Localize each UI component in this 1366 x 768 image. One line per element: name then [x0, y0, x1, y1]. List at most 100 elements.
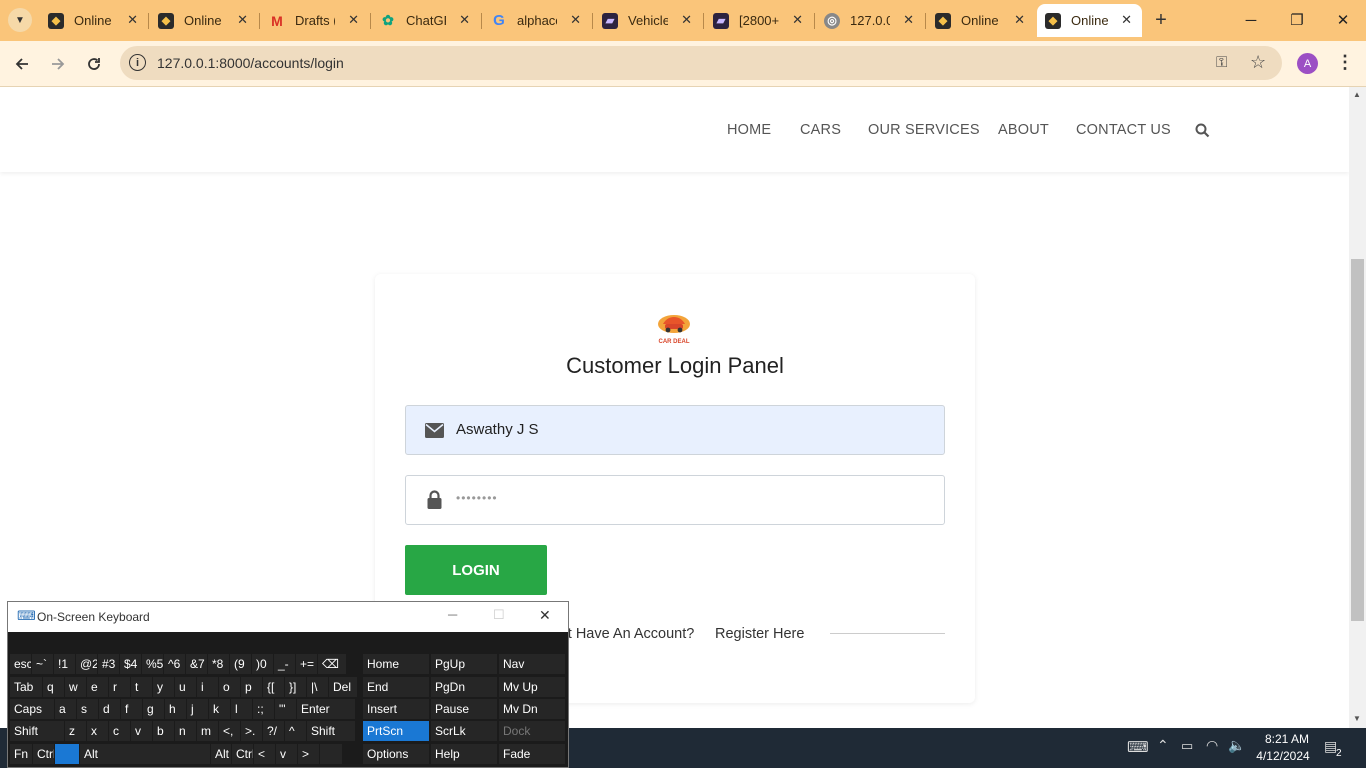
nav-contact-us[interactable]: CONTACT US [1076, 122, 1171, 138]
password-field[interactable]: •••••••• [405, 475, 945, 525]
keyboard-tray-icon[interactable]: ⌨ [1127, 738, 1149, 756]
osk-key[interactable]: Caps [10, 699, 54, 719]
osk-nav-key[interactable]: Dock [499, 721, 565, 741]
password-key-icon[interactable]: ⚿ [1216, 54, 1227, 71]
osk-key[interactable]: w [65, 677, 86, 697]
osk-key[interactable]: ⌫ [318, 654, 346, 674]
bookmark-star-icon[interactable]: ☆ [1250, 52, 1266, 73]
osk-key[interactable]: !1 [54, 654, 75, 674]
profile-avatar[interactable]: A [1297, 53, 1318, 74]
osk-key[interactable]: o [219, 677, 240, 697]
login-button[interactable]: LOGIN [405, 545, 547, 595]
speaker-icon[interactable]: 🔈 [1228, 737, 1245, 754]
osk-key[interactable]: Tab [10, 677, 42, 697]
osk-nav-key[interactable]: Home [363, 654, 429, 674]
new-tab-button[interactable]: + [1149, 8, 1173, 32]
window-close-button[interactable]: ✕ [1320, 0, 1366, 40]
close-icon[interactable]: ✕ [570, 12, 581, 28]
osk-key[interactable]: (9 [230, 654, 251, 674]
osk-key[interactable]: Del [329, 677, 357, 697]
osk-nav-key[interactable]: Nav [499, 654, 565, 674]
osk-nav-key[interactable]: Fade [499, 744, 565, 764]
osk-key[interactable]: p [241, 677, 262, 697]
osk-key[interactable]: {[ [263, 677, 284, 697]
osk-key[interactable]: ^6 [164, 654, 185, 674]
search-icon[interactable] [1195, 123, 1210, 138]
browser-tab[interactable]: ▰ Vehicle ✕ [594, 4, 702, 37]
address-bar[interactable]: i 127.0.0.1:8000/accounts/login ⚿ ☆ [120, 46, 1282, 80]
osk-nav-key[interactable]: Mv Dn [499, 699, 565, 719]
osk-key[interactable]: |\ [307, 677, 328, 697]
osk-key[interactable]: Ctrl [232, 744, 253, 764]
osk-key[interactable]: q [43, 677, 64, 697]
menu-kebab-icon[interactable]: ⋮ [1336, 52, 1354, 73]
osk-key[interactable]: @2 [76, 654, 97, 674]
osk-menu-key[interactable] [320, 744, 342, 764]
osk-key[interactable]: #3 [98, 654, 119, 674]
username-field[interactable]: Aswathy J S [405, 405, 945, 455]
osk-key[interactable]: "' [275, 699, 296, 719]
osk-key[interactable]: x [87, 721, 108, 741]
osk-key[interactable]: f [121, 699, 142, 719]
osk-key[interactable]: Alt [80, 744, 210, 764]
osk-key[interactable]: k [209, 699, 230, 719]
osk-key[interactable]: Shift [307, 721, 355, 741]
osk-nav-key[interactable]: Mv Up [499, 677, 565, 697]
osk-nav-key[interactable]: PrtScn [363, 721, 429, 741]
osk-key[interactable]: < [254, 744, 275, 764]
osk-key[interactable]: *8 [208, 654, 229, 674]
osk-nav-key[interactable]: Help [431, 744, 497, 764]
osk-nav-key[interactable]: ScrLk [431, 721, 497, 741]
browser-tab[interactable]: ▰ [2800+] ✕ [705, 4, 813, 37]
osk-key[interactable]: > [298, 744, 319, 764]
chevron-up-icon[interactable]: ⌃ [1157, 737, 1169, 754]
osk-key[interactable]: }] [285, 677, 306, 697]
tab-search-button[interactable]: ▼ [8, 8, 32, 32]
osk-key[interactable]: %5 [142, 654, 163, 674]
osk-close-button[interactable]: ✕ [539, 607, 551, 624]
osk-key[interactable]: )0 [252, 654, 273, 674]
browser-tab[interactable]: ◆ Online ✕ [927, 4, 1035, 37]
reload-button[interactable] [80, 50, 108, 78]
osk-key[interactable]: ^ [285, 721, 306, 741]
osk-key[interactable]: c [109, 721, 130, 741]
browser-tab[interactable]: M Drafts ( ✕ [261, 4, 369, 37]
osk-key[interactable]: Fn [10, 744, 32, 764]
browser-tab[interactable]: ◆ Online ✕ [150, 4, 258, 37]
page-scrollbar[interactable]: ▲ ▼ [1349, 87, 1366, 728]
wifi-icon[interactable]: ◠ [1206, 737, 1218, 754]
osk-key[interactable]: g [143, 699, 164, 719]
close-icon[interactable]: ✕ [348, 12, 359, 28]
osk-key[interactable]: e [87, 677, 108, 697]
osk-key[interactable]: r [109, 677, 130, 697]
osk-key[interactable]: t [131, 677, 152, 697]
osk-windows-key[interactable] [55, 744, 79, 764]
osk-key[interactable]: >. [241, 721, 262, 741]
site-info-icon[interactable]: i [129, 54, 146, 71]
browser-tab[interactable]: ◆ Online ✕ [40, 4, 148, 37]
close-icon[interactable]: ✕ [1121, 12, 1132, 28]
back-button[interactable] [8, 50, 36, 78]
osk-titlebar[interactable]: ⌨ On-Screen Keyboard ─ ☐ ✕ [8, 602, 568, 632]
osk-key[interactable]: += [296, 654, 317, 674]
osk-key[interactable]: b [153, 721, 174, 741]
osk-nav-key[interactable]: PgDn [431, 677, 497, 697]
close-icon[interactable]: ✕ [792, 12, 803, 28]
osk-key[interactable]: esc [10, 654, 31, 674]
osk-key[interactable]: ~` [32, 654, 53, 674]
url-text[interactable]: 127.0.0.1:8000/accounts/login [157, 55, 344, 71]
close-icon[interactable]: ✕ [237, 12, 248, 28]
osk-key[interactable]: $4 [120, 654, 141, 674]
osk-key[interactable]: d [99, 699, 120, 719]
osk-key[interactable]: h [165, 699, 186, 719]
osk-key[interactable]: :; [253, 699, 274, 719]
osk-key[interactable]: a [55, 699, 76, 719]
osk-nav-key[interactable]: Insert [363, 699, 429, 719]
osk-key[interactable]: _- [274, 654, 295, 674]
osk-minimize-button[interactable]: ─ [448, 607, 457, 622]
restore-button[interactable]: ❐ [1274, 0, 1320, 40]
osk-nav-key[interactable]: Options [363, 744, 429, 764]
osk-key[interactable]: <, [219, 721, 240, 741]
nav-home[interactable]: HOME [727, 122, 771, 138]
osk-key[interactable]: l [231, 699, 252, 719]
